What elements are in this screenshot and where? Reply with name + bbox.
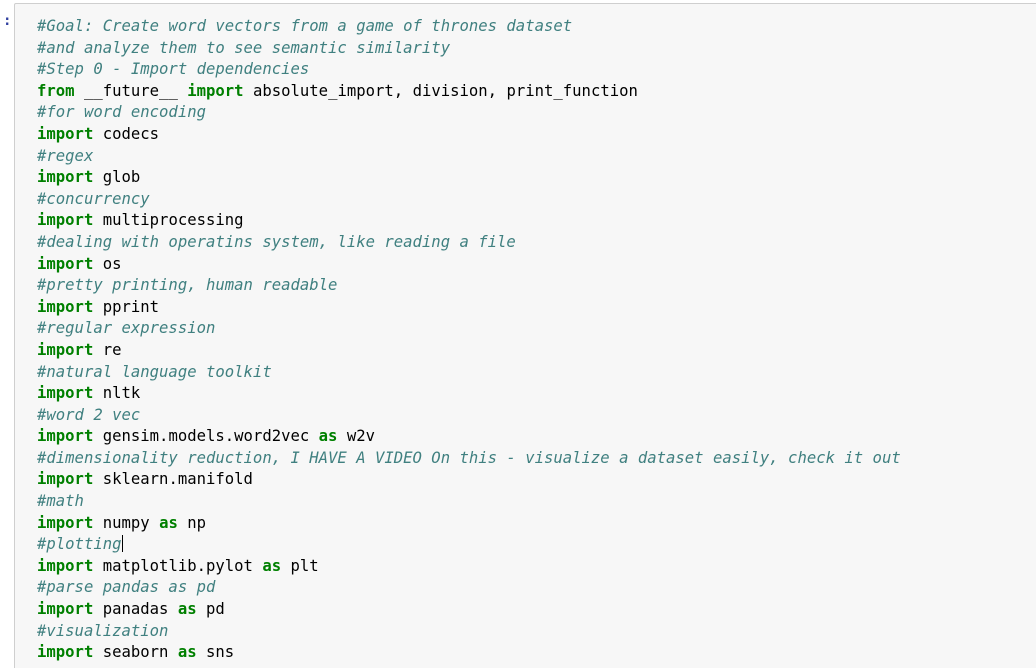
code-comment-line[interactable]: #regular expression (37, 318, 901, 340)
comment-text: #Goal: Create word vectors from a game o… (37, 17, 573, 35)
identifier-token: pd (196, 600, 225, 619)
code-editor[interactable]: #Goal: Create word vectors from a game o… (37, 16, 901, 664)
keyword-token: import (37, 513, 94, 532)
identifier-token: gensim.models.word2vec (93, 427, 319, 446)
code-comment-line[interactable]: #regex (37, 146, 901, 168)
code-line[interactable]: import panadas as pd (37, 599, 901, 621)
code-line[interactable]: import seaborn as sns (37, 642, 901, 664)
code-cell[interactable]: #Goal: Create word vectors from a game o… (14, 3, 1036, 668)
code-comment-line[interactable]: #word 2 vec (37, 405, 901, 427)
comment-text: #pretty printing, human readable (37, 276, 338, 295)
keyword-token: as (177, 643, 197, 662)
code-line[interactable]: import re (37, 340, 901, 362)
comment-text: #plotting (37, 535, 122, 554)
code-comment-line[interactable]: #concurrency (37, 189, 901, 211)
identifier-token: plt (281, 556, 319, 575)
identifier-token: seaborn (93, 643, 178, 662)
keyword-token: import (37, 600, 94, 619)
comment-text: #and analyze them to see semantic simila… (37, 38, 451, 57)
comment-text: #natural language toolkit (37, 362, 272, 381)
identifier-token: panadas (93, 600, 178, 619)
keyword-token: import (37, 643, 94, 662)
code-comment-line[interactable]: #pretty printing, human readable (37, 275, 901, 297)
code-comment-line[interactable]: #Step 0 - Import dependencies (37, 59, 901, 81)
identifier-token: multiprocessing (93, 211, 244, 230)
identifier-token: sns (196, 643, 235, 662)
keyword-token: as (318, 427, 338, 446)
identifier-token: os (93, 254, 122, 273)
code-line[interactable]: import os (37, 254, 901, 276)
comment-text: #visualization (37, 621, 169, 640)
code-comment-line[interactable]: #math (37, 491, 901, 513)
keyword-token: import (187, 81, 244, 100)
code-comment-line[interactable]: #natural language toolkit (37, 362, 901, 384)
keyword-token: import (37, 340, 94, 359)
comment-text: #Step 0 - Import dependencies (37, 60, 310, 79)
identifier-token: pprint (93, 297, 160, 316)
identifier-token: matplotlib.pylot (93, 556, 263, 575)
code-line[interactable]: import codecs (37, 124, 901, 146)
keyword-token: import (37, 556, 94, 575)
keyword-token: from (37, 81, 75, 100)
identifier-token: __future__ (74, 81, 188, 100)
code-comment-line[interactable]: #dealing with operatins system, like rea… (37, 232, 901, 254)
identifier-token: w2v (337, 427, 376, 446)
text-cursor (121, 535, 123, 553)
comment-text: #parse pandas as pd (37, 578, 216, 597)
code-line[interactable]: from __future__ import absolute_import, … (37, 81, 901, 103)
code-comment-line[interactable]: #and analyze them to see semantic simila… (37, 38, 901, 60)
comment-text: #regex (37, 146, 94, 165)
comment-text: #concurrency (37, 189, 150, 208)
code-comment-line[interactable]: #plotting (37, 534, 901, 556)
identifier-token: re (93, 340, 122, 359)
notebook-page: : #Goal: Create word vectors from a game… (0, 0, 1036, 668)
identifier-token: numpy (93, 513, 160, 532)
keyword-token: import (37, 168, 94, 187)
code-line[interactable]: import numpy as np (37, 513, 901, 535)
code-comment-line[interactable]: #visualization (37, 621, 901, 643)
keyword-token: import (37, 211, 94, 230)
keyword-token: as (177, 600, 197, 619)
keyword-token: import (37, 470, 94, 489)
comment-text: #dimensionality reduction, I HAVE A VIDE… (37, 448, 901, 467)
code-line[interactable]: import gensim.models.word2vec as w2v (37, 426, 901, 448)
identifier-token: nltk (93, 384, 141, 403)
keyword-token: as (159, 513, 178, 532)
comment-text: #dealing with operatins system, like rea… (37, 232, 516, 251)
code-line[interactable]: import matplotlib.pylot as plt (37, 556, 901, 578)
identifier-token: np (177, 513, 207, 532)
keyword-token: import (37, 384, 94, 403)
code-comment-line[interactable]: #parse pandas as pd (37, 577, 901, 599)
comment-text: #regular expression (37, 319, 216, 338)
code-line[interactable]: import pprint (37, 297, 901, 319)
identifier-token: absolute_import, division, print_functio… (243, 81, 638, 100)
keyword-token: as (262, 556, 282, 575)
code-comment-line[interactable]: #Goal: Create word vectors from a game o… (37, 16, 901, 38)
comment-text: #math (37, 492, 84, 511)
code-line[interactable]: import glob (37, 167, 901, 189)
code-line[interactable]: import multiprocessing (37, 210, 901, 232)
code-line[interactable]: import nltk (37, 383, 901, 405)
keyword-token: import (37, 427, 94, 446)
code-comment-line[interactable]: #for word encoding (37, 102, 901, 124)
identifier-token: codecs (93, 124, 160, 143)
keyword-token: import (37, 254, 94, 273)
comment-text: #for word encoding (37, 103, 206, 122)
code-comment-line[interactable]: #dimensionality reduction, I HAVE A VIDE… (37, 448, 901, 470)
code-line[interactable]: import sklearn.manifold (37, 469, 901, 491)
identifier-token: sklearn.manifold (93, 470, 253, 489)
cell-prompt: : (3, 13, 12, 29)
keyword-token: import (37, 124, 94, 143)
keyword-token: import (37, 297, 94, 316)
comment-text: #word 2 vec (37, 405, 141, 424)
identifier-token: glob (93, 168, 141, 187)
cell-prompt-area: : (0, 0, 14, 668)
